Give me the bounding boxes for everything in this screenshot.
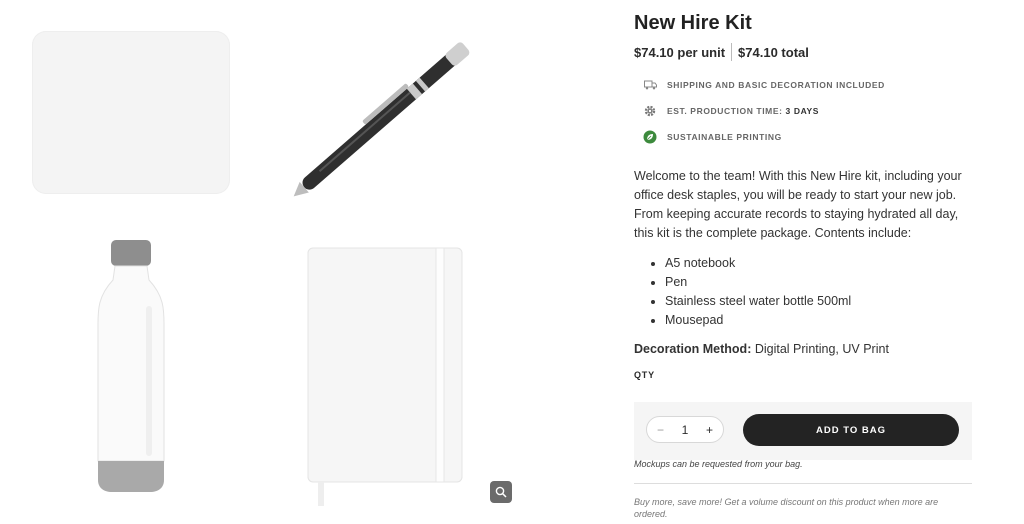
truck-icon <box>643 78 657 92</box>
list-item: A5 notebook <box>665 254 974 273</box>
mockup-note: Mockups can be requested from your bag. <box>634 459 803 469</box>
feature-label: Est. production time: <box>667 106 783 116</box>
qty-label: QTY <box>634 370 655 380</box>
decoration-method: Decoration Method: Digital Printing, UV … <box>634 342 974 356</box>
product-info: New Hire Kit $74.10 per unit $74.10 tota… <box>634 10 974 380</box>
product-description: Welcome to the team! With this New Hire … <box>634 169 962 240</box>
feature-shipping: Shipping and basic decoration included <box>634 72 974 98</box>
price-row: $74.10 per unit $74.10 total <box>634 42 974 62</box>
contents-list: A5 notebook Pen Stainless steel water bo… <box>634 254 974 330</box>
feature-production-time: Est. production time: 3 days <box>634 98 974 124</box>
zoom-button[interactable] <box>490 481 512 503</box>
price-per-unit: $74.10 per unit <box>634 44 726 60</box>
notebook-image[interactable] <box>300 246 470 508</box>
decrement-button[interactable]: − <box>657 423 664 437</box>
mousepad-image[interactable] <box>32 31 230 194</box>
gear-icon <box>643 104 657 118</box>
purchase-panel: − 1 + ADD TO BAG <box>634 402 972 460</box>
leaf-icon <box>643 130 657 144</box>
feature-list: Shipping and basic decoration included E… <box>634 72 974 150</box>
divider <box>634 483 972 484</box>
list-item: Mousepad <box>665 311 974 330</box>
decoration-label: Decoration Method: <box>634 342 752 356</box>
magnifier-icon <box>495 486 507 498</box>
quantity-stepper[interactable]: − 1 + <box>646 416 724 443</box>
price-total: $74.10 total <box>738 44 809 60</box>
water-bottle-image[interactable] <box>88 236 174 496</box>
production-time-value: 3 days <box>785 106 820 116</box>
volume-discount-note: Buy more, save more! Get a volume discou… <box>634 497 939 519</box>
feature-sustainable: Sustainable printing <box>634 124 974 150</box>
pen-image[interactable] <box>270 25 500 210</box>
product-title: New Hire Kit <box>634 12 752 34</box>
add-to-bag-button[interactable]: ADD TO BAG <box>743 414 959 446</box>
feature-label: Sustainable printing <box>667 132 782 142</box>
quantity-value[interactable]: 1 <box>682 423 689 437</box>
feature-label: Shipping and basic decoration included <box>667 80 885 90</box>
list-item: Pen <box>665 273 974 292</box>
list-item: Stainless steel water bottle 500ml <box>665 292 974 311</box>
price-divider <box>731 43 733 61</box>
increment-button[interactable]: + <box>706 423 713 437</box>
product-gallery <box>0 0 560 524</box>
decoration-value: Digital Printing, UV Print <box>754 342 889 356</box>
